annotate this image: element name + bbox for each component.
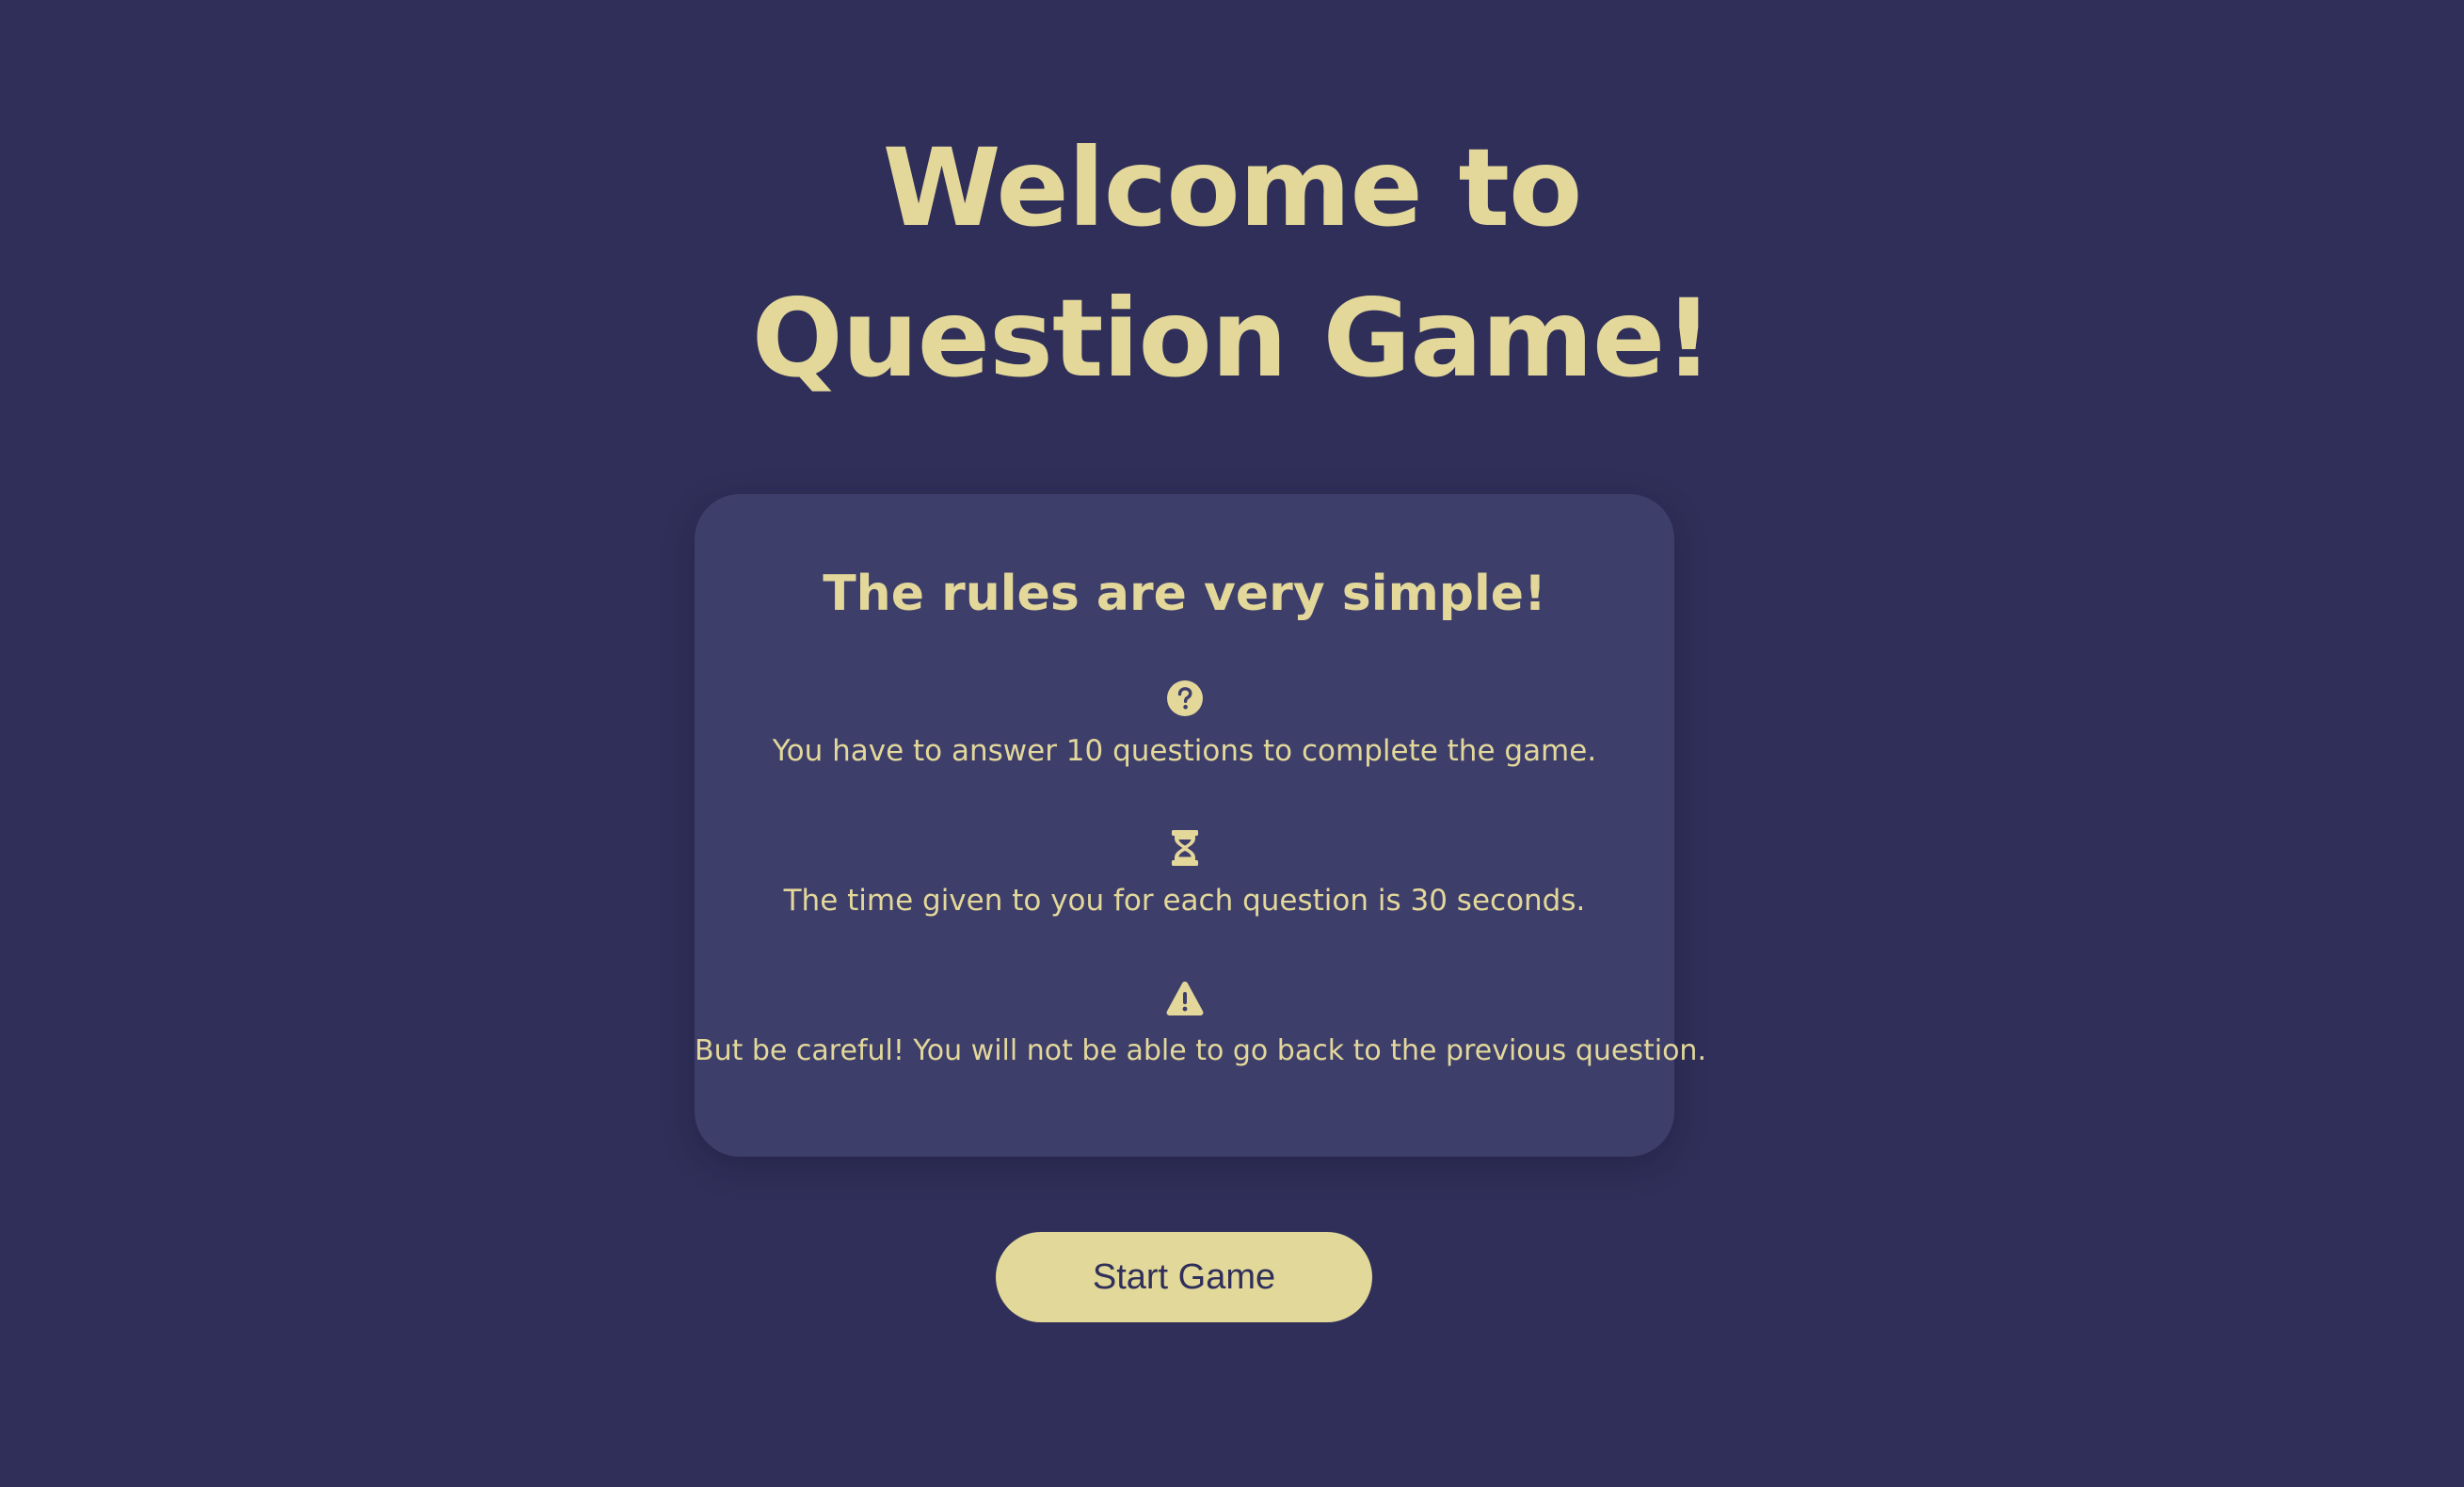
hourglass-icon — [1165, 828, 1205, 868]
page-title: Welcome to Question Game! — [0, 113, 2464, 414]
start-game-button[interactable]: Start Game — [996, 1232, 1372, 1322]
page-title-line-1: Welcome to — [882, 125, 1583, 250]
rule-text-time: The time given to you for each question … — [783, 884, 1586, 918]
rule-item-warning: But be careful! You will not be able to … — [695, 979, 1706, 1073]
rule-item-time: The time given to you for each question … — [695, 828, 1674, 922]
warning-icon — [1165, 979, 1205, 1018]
question-circle-icon — [1165, 679, 1205, 718]
rules-heading: The rules are very simple! — [823, 566, 1546, 622]
welcome-screen: Welcome to Question Game! The rules are … — [0, 0, 2464, 1487]
rule-text-questions: You have to answer 10 questions to compl… — [772, 734, 1597, 768]
rule-text-warning: But be careful! You will not be able to … — [695, 1034, 1706, 1067]
rules-card: The rules are very simple! You have to a… — [695, 494, 1706, 1157]
page-title-line-2: Question Game! — [751, 276, 1714, 401]
rule-item-questions: You have to answer 10 questions to compl… — [695, 679, 1674, 773]
